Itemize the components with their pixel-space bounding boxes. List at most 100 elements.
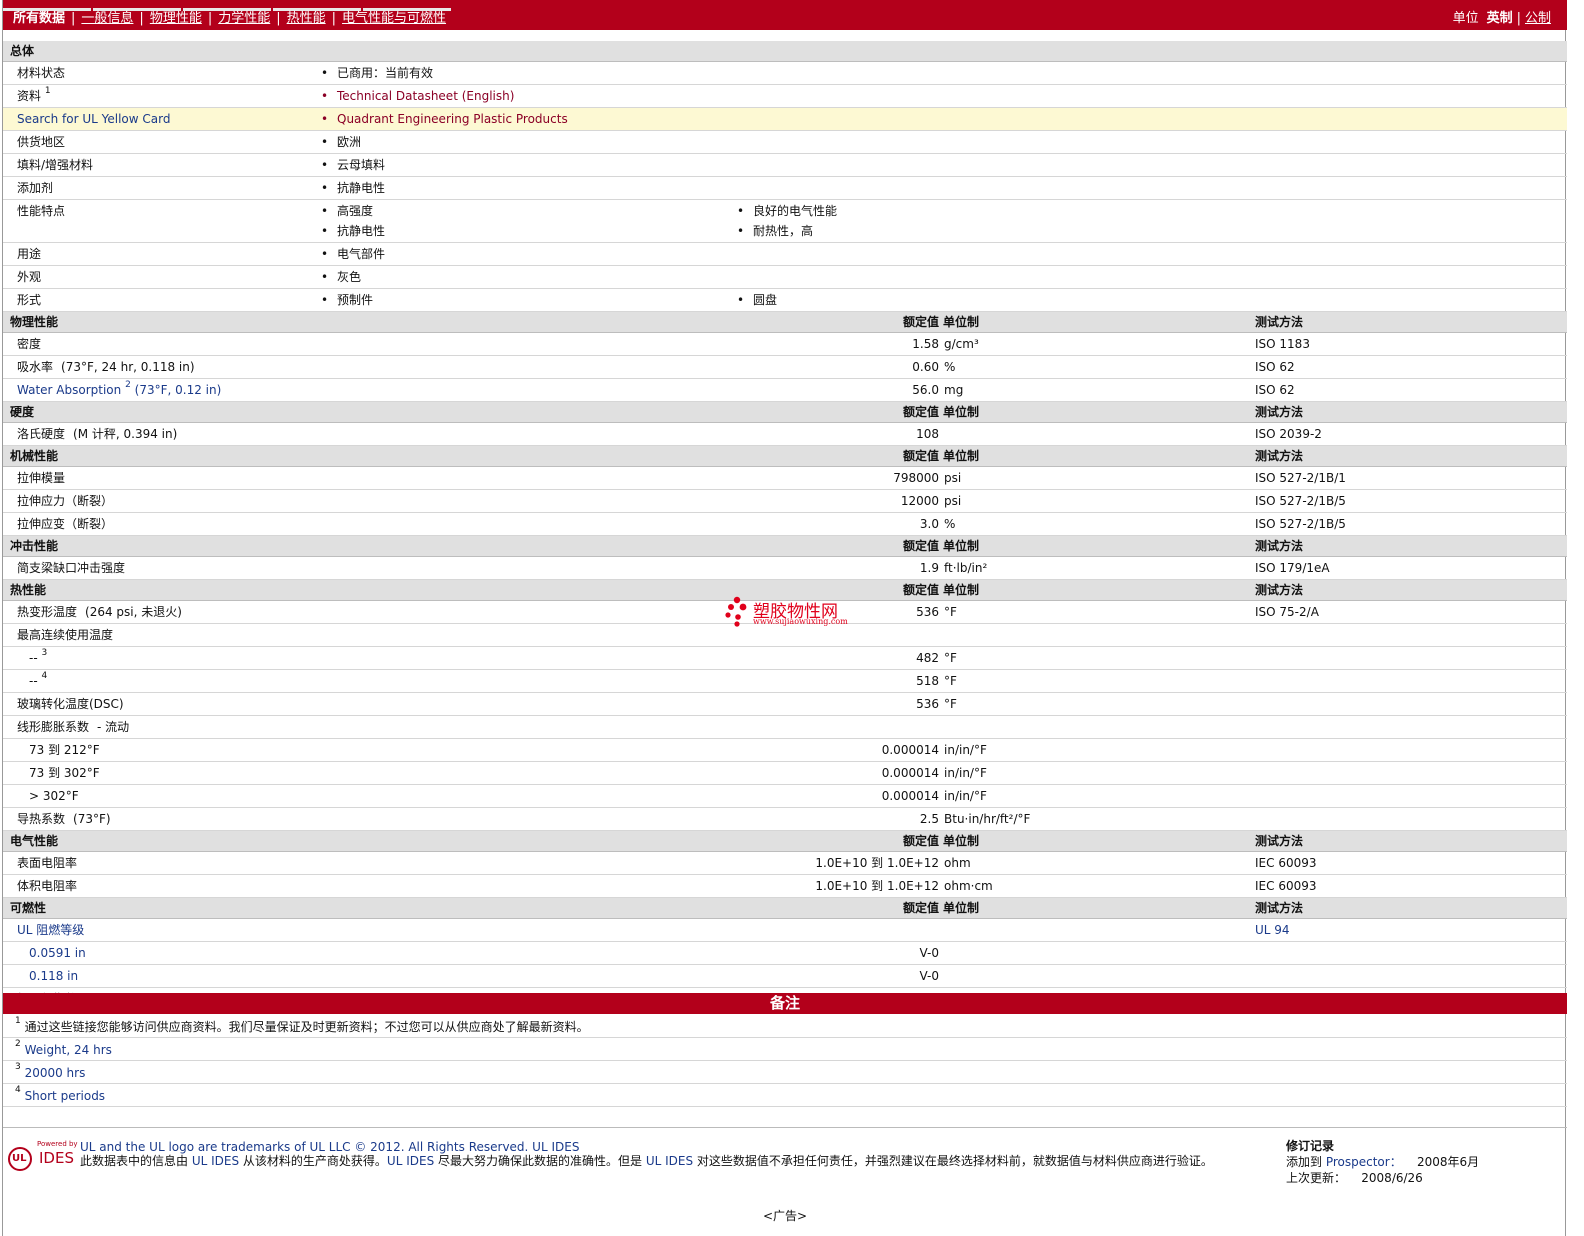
row-value: 抗静电性	[321, 177, 385, 199]
watermark-url: www.sujiaowuxing.com	[753, 617, 848, 626]
nav-mechanical[interactable]: 力学性能	[218, 11, 270, 26]
row-documents: 资料 1 Technical Datasheet (English)	[3, 85, 1567, 108]
row-label: 73 到 302°F	[29, 766, 100, 780]
nav-separator: |	[331, 11, 337, 26]
row-ul-yellow-card: Search for UL Yellow Card Quadrant Engin…	[3, 108, 1567, 131]
disclaimer-part: UL IDES	[386, 1154, 435, 1168]
row-unit: in/in/°F	[944, 743, 987, 757]
row-value: 1.0E+10 到 1.0E+12	[815, 856, 939, 870]
ul94-method-link[interactable]: UL 94	[1255, 919, 1290, 941]
row-value: 0.000014	[881, 766, 939, 780]
note-item: 3 20000 hrs	[3, 1061, 1567, 1084]
properties-table: 总体 材料状态 已商用：当前有效 资料 1 Technical Datashee…	[3, 41, 1567, 1011]
revision-updated-label: 上次更新：	[1286, 1171, 1347, 1185]
row-label-text: 线形膨胀系数	[17, 720, 90, 734]
row-ul-flame-rating: UL 阻燃等级 UL 94	[3, 919, 1567, 942]
row-value: 灰色	[321, 266, 361, 288]
row-value: 536	[916, 697, 939, 711]
row-label: 0.118 in	[29, 969, 79, 983]
row-value: 1.0E+10 到 1.0E+12	[815, 879, 939, 893]
row-tensile-modulus: 拉伸模量 798000 psi ISO 527-2/1B/1	[3, 467, 1567, 490]
row-label: 供货地区	[17, 135, 66, 149]
row-value: 518	[916, 674, 939, 688]
row-water-absorption-weight: Water Absorption 2 (73°F, 0.12 in) 56.0 …	[3, 379, 1567, 402]
row-label: 添加剂	[17, 181, 54, 195]
row-unit: °F	[944, 651, 957, 665]
col-header-unit: 单位制	[943, 583, 980, 597]
row-value: 1.9	[919, 561, 939, 575]
row-unit: °F	[944, 697, 957, 711]
ul-yellow-card-search-link[interactable]: Search for UL Yellow Card	[17, 108, 170, 130]
disclaimer-part: 对这些数据值不承担任何责任，并强烈建议在最终选择材料前，就数据值与材料供应商进行…	[693, 1154, 1213, 1168]
footer: UL Powered by IDES UL and the UL logo ar…	[3, 1127, 1567, 1198]
col-header-value: 额定值	[902, 539, 939, 553]
section-title: 冲击性能	[10, 539, 59, 553]
row-rockwell-hardness: 洛氏硬度 (M 计秤, 0.394 in) 108 ISO 2039-2	[3, 423, 1567, 446]
row-value: 预制件	[321, 289, 373, 311]
revision-updated-date: 2008/6/26	[1361, 1171, 1423, 1185]
row-unit: %	[944, 517, 956, 531]
row-label: 导热系数 (73°F)	[17, 808, 111, 830]
col-header-value: 额定值	[902, 834, 939, 848]
col-header-method: 测试方法	[1255, 834, 1304, 848]
row-label: 材料状态	[17, 66, 66, 80]
row-method: IEC 60093	[1255, 856, 1317, 870]
row-unit: mg	[944, 383, 964, 397]
row-volume-resistivity: 体积电阻率 1.0E+10 到 1.0E+12 ohm·cm IEC 60093	[3, 875, 1567, 898]
row-method: ISO 527-2/1B/5	[1255, 517, 1346, 531]
revision-added-date: 2008年6月	[1416, 1155, 1480, 1169]
ul-flame-rating-link[interactable]: UL 阻燃等级	[17, 919, 84, 941]
footnote-number: 3	[15, 1062, 21, 1072]
row-value: 12000	[900, 494, 939, 508]
row-value: 798000	[893, 471, 939, 485]
row-method: IEC 60093	[1255, 879, 1317, 893]
units-metric-link[interactable]: 公制	[1525, 11, 1551, 26]
row-value: 56.0	[912, 383, 939, 397]
nav-thermal[interactable]: 热性能	[287, 11, 326, 26]
row-unit: ohm	[944, 856, 971, 870]
logo-powered-by: Powered by	[37, 1140, 78, 1148]
technical-datasheet-link[interactable]: Technical Datasheet (English)	[321, 85, 514, 107]
row-ul-flame-1: 0.0591 in V-0	[3, 942, 1567, 965]
row-value: 圆盘	[737, 289, 777, 311]
nav-electrical-flammability[interactable]: 电气性能与可燃性	[342, 11, 446, 26]
revision-title: 修订记录	[1286, 1139, 1335, 1153]
nav-all-data[interactable]: 所有数据	[13, 11, 65, 26]
browser-tab-strip	[3, 0, 483, 11]
col-header-unit: 单位制	[943, 449, 980, 463]
section-title: 硬度	[10, 405, 35, 419]
col-header-unit: 单位制	[943, 834, 980, 848]
revision-added-where: Prospector：	[1325, 1155, 1402, 1169]
row-label: 性能特点	[17, 204, 66, 218]
nav-separator: |	[276, 11, 281, 26]
row-clte: 线形膨胀系数 - 流动	[3, 716, 1567, 739]
row-label-text: 热变形温度	[17, 605, 78, 619]
note-item: 2 Weight, 24 hrs	[3, 1038, 1567, 1061]
row-label: 73 到 212°F	[29, 743, 100, 757]
nav-physical[interactable]: 物理性能	[150, 11, 202, 26]
row-filler: 填料/增强材料 云母填料	[3, 154, 1567, 177]
row-label-text: 吸水率	[17, 360, 54, 374]
row-label: 表面电阻率	[17, 856, 78, 870]
row-label: -- 3	[29, 647, 47, 669]
row-method: ISO 179/1eA	[1255, 561, 1330, 575]
col-header-method: 测试方法	[1255, 583, 1304, 597]
supplier-products-link[interactable]: Quadrant Engineering Plastic Products	[321, 108, 568, 130]
watermark-logo: 塑胶物性网 www.sujiaowuxing.com	[723, 595, 863, 631]
footnote-number: 1	[15, 1016, 21, 1026]
row-value: 1.58	[912, 337, 939, 351]
row-value: V-0	[919, 969, 939, 983]
col-header-method: 测试方法	[1255, 449, 1304, 463]
row-clte-1: 73 到 212°F 0.000014 in/in/°F	[3, 739, 1567, 762]
section-title: 电气性能	[10, 834, 59, 848]
nav-separator: |	[139, 11, 144, 26]
logo-ides-text: IDES	[39, 1149, 74, 1167]
row-use: 用途 电气部件	[3, 243, 1567, 266]
feature-item: 良好的电气性能	[737, 200, 837, 222]
row-method: ISO 62	[1255, 383, 1295, 397]
row-label-text: Water Absorption	[17, 383, 122, 397]
trademark-line: UL and the UL logo are trademarks of UL …	[80, 1140, 580, 1154]
section-header-electrical: 电气性能 额定值 单位制 测试方法	[3, 831, 1567, 852]
nav-general-info[interactable]: 一般信息	[81, 11, 133, 26]
feature-item: 耐热性，高	[737, 220, 813, 242]
